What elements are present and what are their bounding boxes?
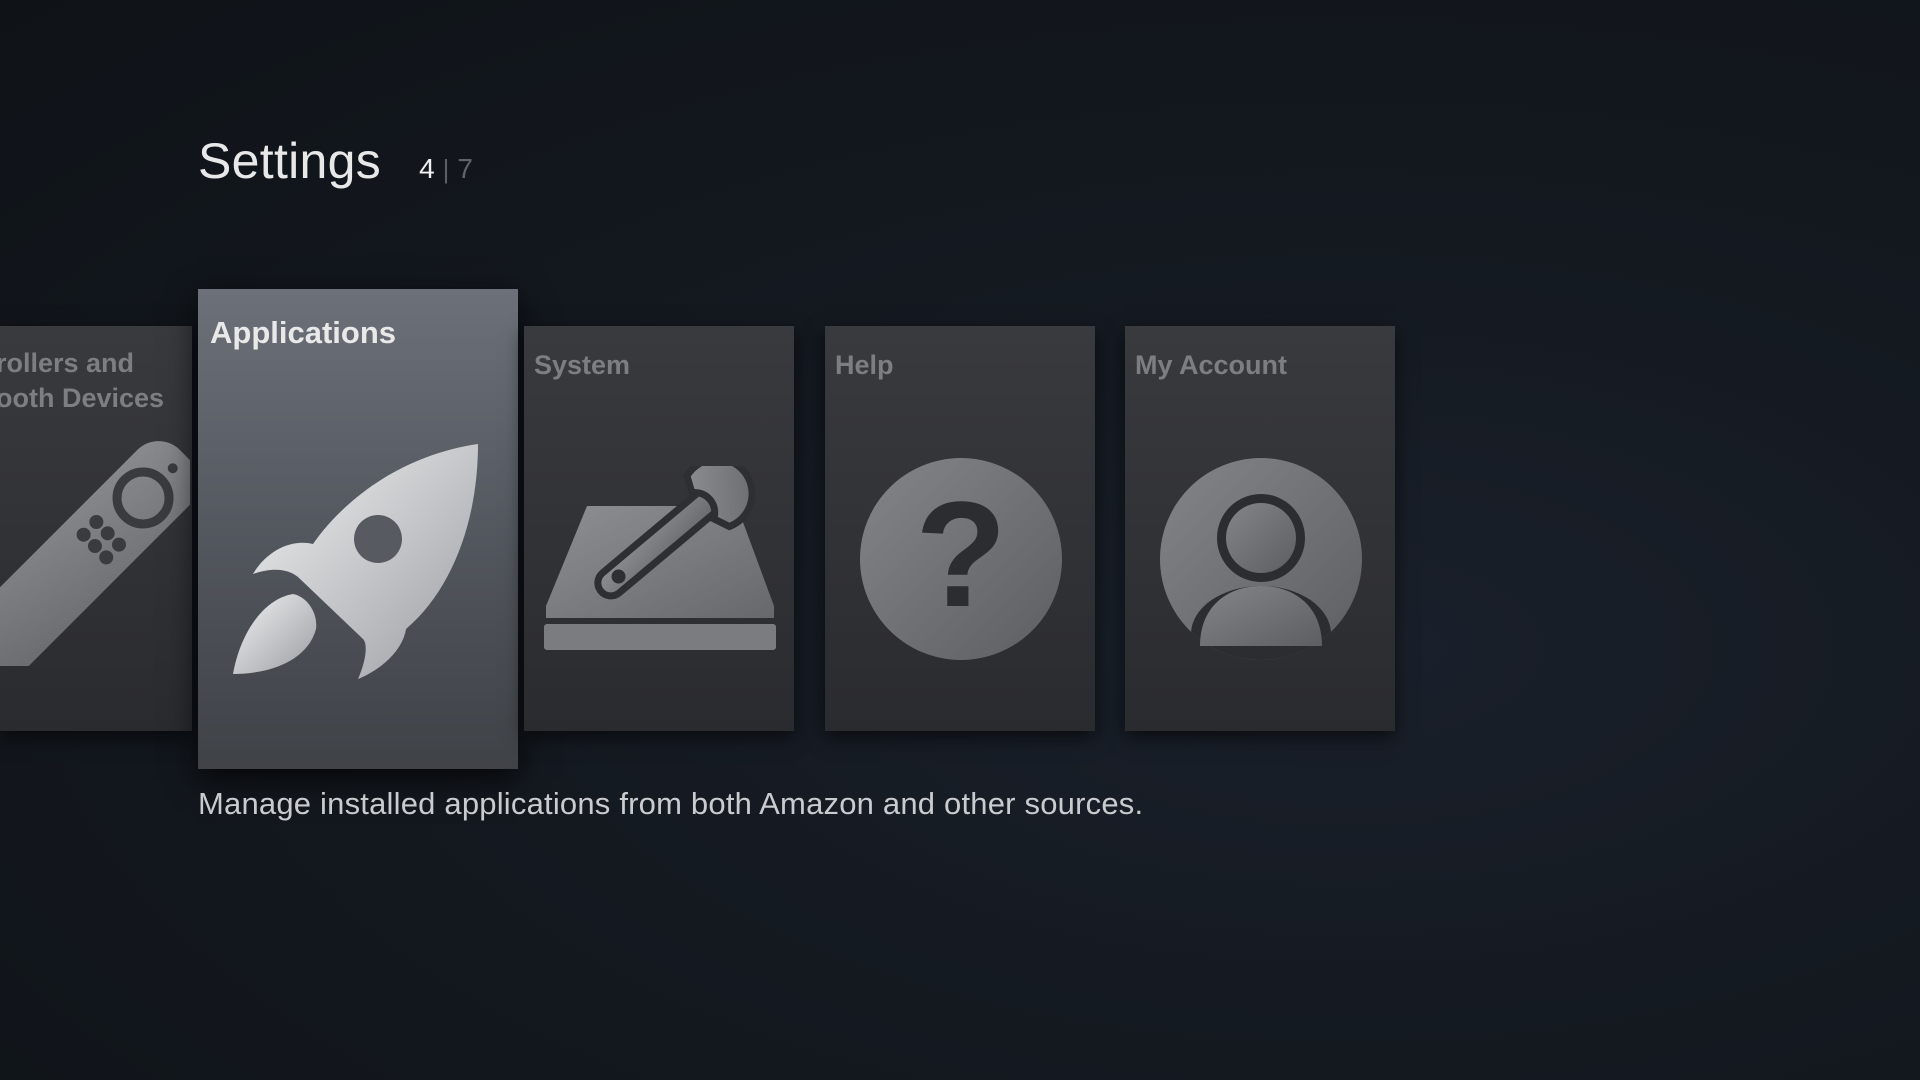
page-indicator: 4 | 7 bbox=[419, 153, 473, 185]
svg-text:?: ? bbox=[915, 470, 1007, 638]
question-icon: ? bbox=[860, 458, 1062, 660]
tile-my-account[interactable]: My Account bbox=[1125, 326, 1395, 731]
tile-label: rollers and ooth Devices bbox=[0, 346, 164, 416]
tile-system[interactable]: System bbox=[524, 326, 794, 731]
remote-icon bbox=[0, 441, 190, 666]
user-icon bbox=[1160, 458, 1362, 660]
tile-label: Help bbox=[835, 350, 894, 380]
page-header: Settings 4 | 7 bbox=[198, 132, 473, 190]
page-current: 4 bbox=[419, 153, 435, 184]
tile-label: System bbox=[534, 350, 631, 380]
page-separator: | bbox=[442, 154, 450, 184]
tile-label: My Account bbox=[1135, 350, 1288, 380]
tile-label-line: ooth Devices bbox=[0, 383, 165, 413]
page-total: 7 bbox=[457, 153, 473, 184]
selection-description: Manage installed applications from both … bbox=[198, 786, 1144, 821]
page-title: Settings bbox=[198, 133, 382, 189]
tile-controllers-bluetooth[interactable]: rollers and ooth Devices bbox=[0, 326, 192, 731]
tile-applications[interactable]: Applications bbox=[198, 289, 518, 769]
tile-help[interactable]: Help ? bbox=[825, 326, 1095, 731]
tile-label: Applications bbox=[210, 315, 397, 350]
rocket-icon bbox=[233, 444, 478, 679]
tile-label-line: rollers and bbox=[0, 348, 135, 378]
wrench-device-icon bbox=[544, 466, 776, 650]
